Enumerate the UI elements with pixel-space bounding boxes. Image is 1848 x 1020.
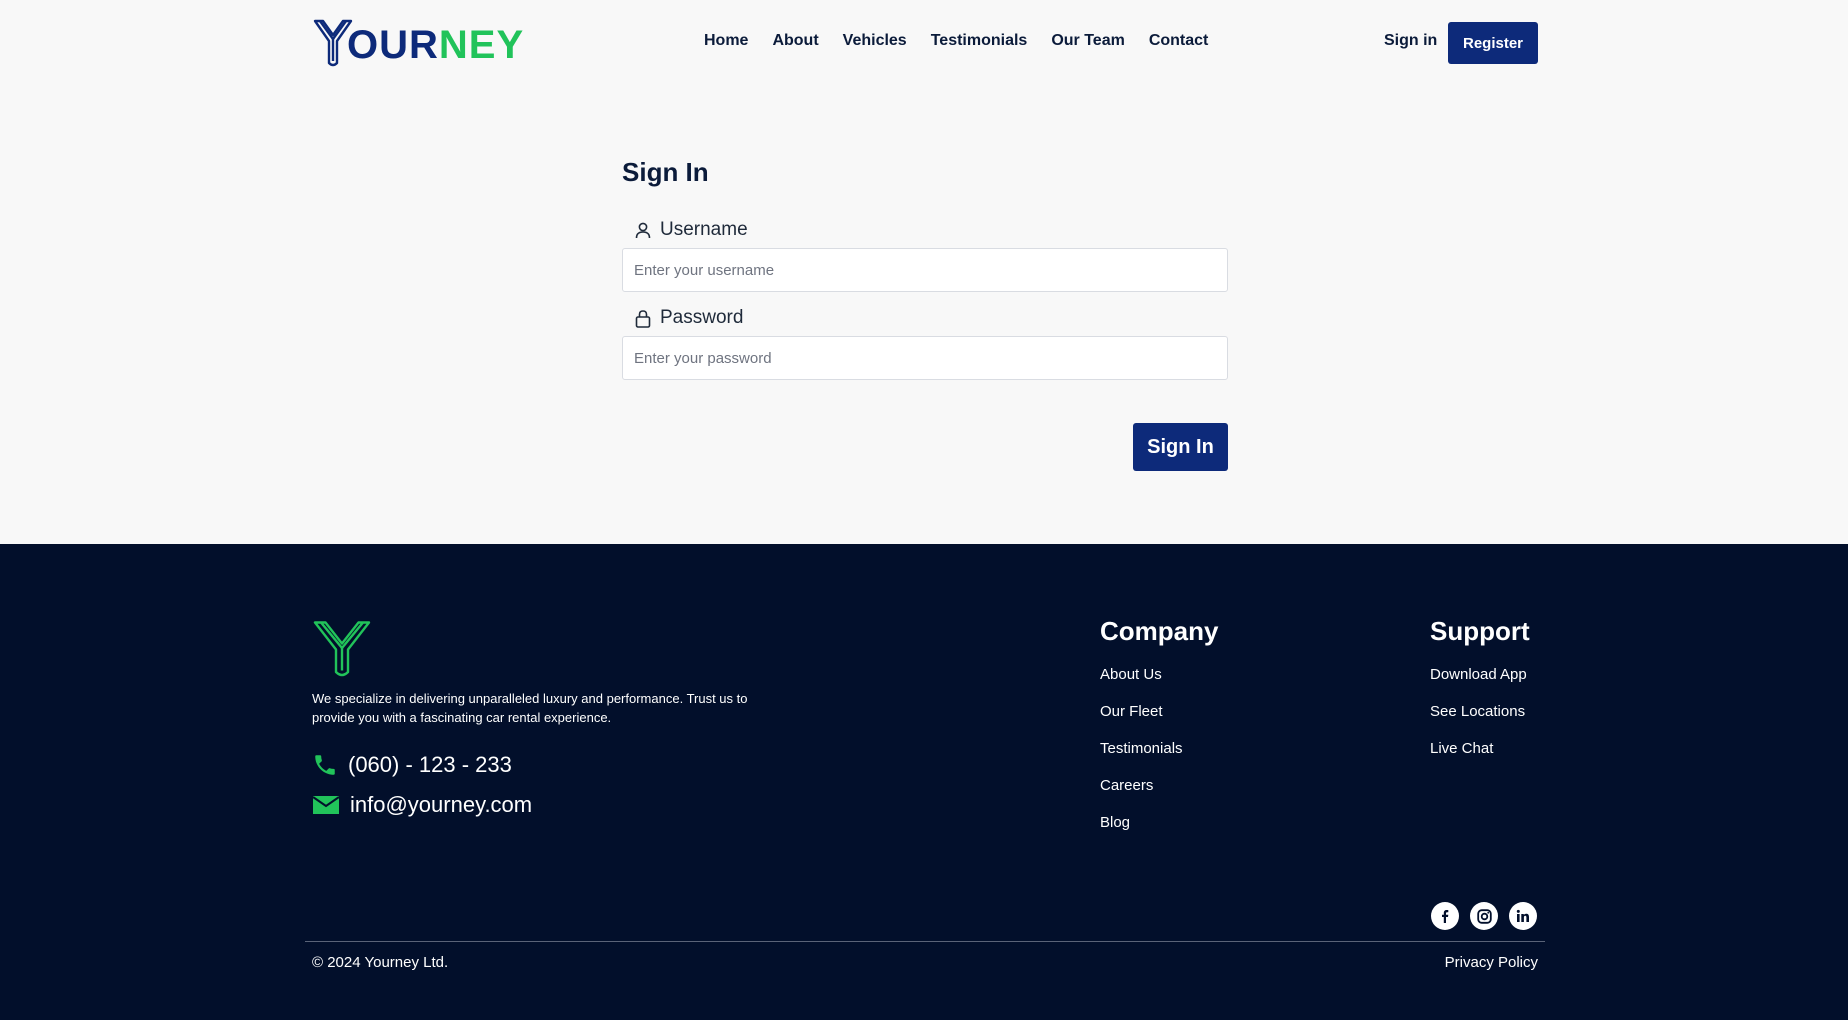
- footer-email[interactable]: info@yourney.com: [312, 792, 532, 818]
- username-label-text: Username: [660, 219, 748, 240]
- register-button[interactable]: Register: [1448, 22, 1538, 64]
- social-links: [1431, 902, 1537, 930]
- copyright-text: © 2024 Yourney Ltd.: [312, 954, 449, 971]
- lock-icon: [635, 309, 651, 328]
- footer-description: We specialize in delivering unparalleled…: [312, 691, 748, 725]
- nav-our-team[interactable]: Our Team: [1051, 32, 1125, 50]
- username-input[interactable]: [622, 248, 1228, 292]
- footer-link-blog[interactable]: Blog: [1100, 813, 1218, 832]
- footer-phone[interactable]: (060) - 123 - 233: [312, 752, 512, 778]
- phone-icon: [315, 755, 335, 775]
- support-heading: Support: [1430, 616, 1530, 646]
- password-input[interactable]: [622, 336, 1228, 380]
- password-label: Password: [634, 307, 743, 329]
- footer-link-download-app[interactable]: Download App: [1430, 665, 1530, 684]
- nav-home[interactable]: Home: [704, 32, 748, 50]
- mail-icon: [312, 796, 340, 814]
- page-title: Sign In: [622, 157, 709, 187]
- company-heading: Company: [1100, 616, 1219, 646]
- footer-link-see-locations[interactable]: See Locations: [1430, 702, 1530, 721]
- footer-link-testimonials[interactable]: Testimonials: [1100, 739, 1218, 758]
- footer-link-live-chat[interactable]: Live Chat: [1430, 739, 1530, 758]
- site-logo[interactable]: OURNEY: [313, 16, 524, 70]
- logo-text-ney: NEY: [438, 23, 525, 67]
- phone-number: (060) - 123 - 233: [348, 752, 512, 777]
- privacy-policy-link[interactable]: Privacy Policy: [1445, 954, 1538, 971]
- nav-contact[interactable]: Contact: [1149, 32, 1209, 50]
- footer-link-our-fleet[interactable]: Our Fleet: [1100, 702, 1218, 721]
- nav-testimonials[interactable]: Testimonials: [931, 32, 1028, 50]
- username-label: Username: [634, 219, 748, 241]
- main-nav: Home About Vehicles Testimonials Our Tea…: [704, 32, 1232, 50]
- site-footer: We specialize in delivering unparalleled…: [0, 544, 1848, 1020]
- nav-about[interactable]: About: [772, 32, 818, 50]
- linkedin-icon[interactable]: [1509, 902, 1537, 930]
- password-label-text: Password: [660, 307, 744, 328]
- logo-wordmark: OURNEY: [347, 25, 524, 65]
- y-logo-icon: [313, 621, 371, 677]
- nav-vehicles[interactable]: Vehicles: [843, 32, 907, 50]
- signin-submit-button[interactable]: Sign In: [1133, 423, 1228, 471]
- email-address: info@yourney.com: [350, 792, 533, 817]
- header-signin-link[interactable]: Sign in: [1384, 32, 1437, 50]
- facebook-icon[interactable]: [1431, 902, 1459, 930]
- footer-divider: [305, 941, 1545, 942]
- site-header: OURNEY Home About Vehicles Testimonials …: [0, 0, 1848, 84]
- footer-support-column: Support Download App See Locations Live …: [1430, 616, 1530, 776]
- footer-logo[interactable]: [312, 618, 372, 683]
- footer-link-about-us[interactable]: About Us: [1100, 665, 1218, 684]
- instagram-icon[interactable]: [1470, 902, 1498, 930]
- logo-text-our: OUR: [347, 23, 439, 67]
- footer-company-column: Company About Us Our Fleet Testimonials …: [1100, 616, 1218, 850]
- footer-link-careers[interactable]: Careers: [1100, 776, 1218, 795]
- user-icon: [635, 222, 651, 239]
